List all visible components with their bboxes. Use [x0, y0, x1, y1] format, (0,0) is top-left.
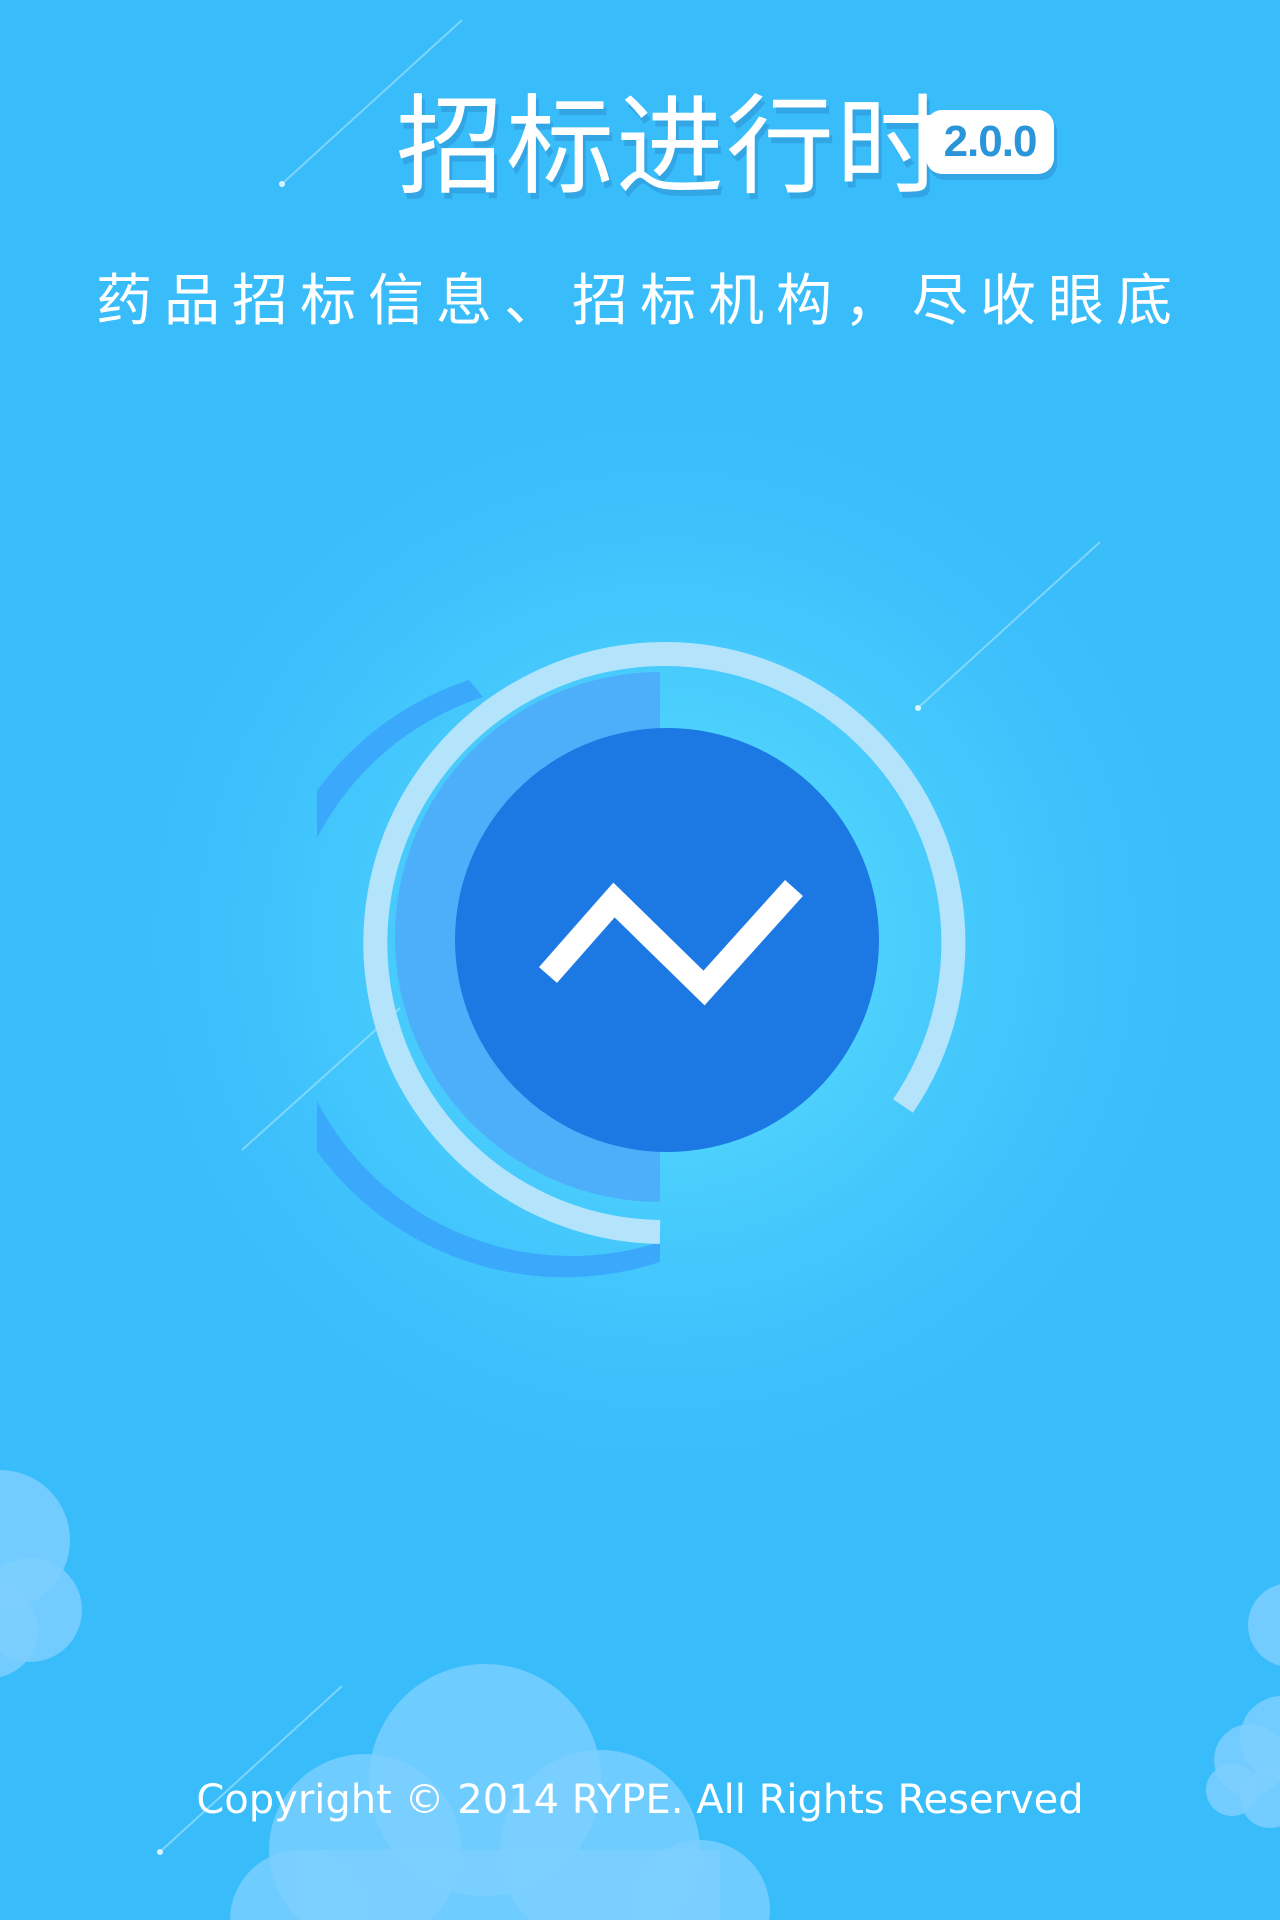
trend-line-circle-logo-icon: [317, 642, 966, 1278]
streak-dot: [157, 1849, 163, 1855]
copyright-text: Copyright © 2014 RYPE. All Rights Reserv…: [196, 1777, 1084, 1823]
splash-header: 招标进行时 2.0.0 药品招标信息、招标机构，尽收眼底: [0, 0, 1280, 360]
version-badge: 2.0.0: [926, 110, 1054, 174]
cloud-icon: [0, 1470, 82, 1677]
app-title: 招标进行时: [396, 85, 947, 210]
tagline: 药品招标信息、招标机构，尽收眼底: [96, 269, 1184, 334]
